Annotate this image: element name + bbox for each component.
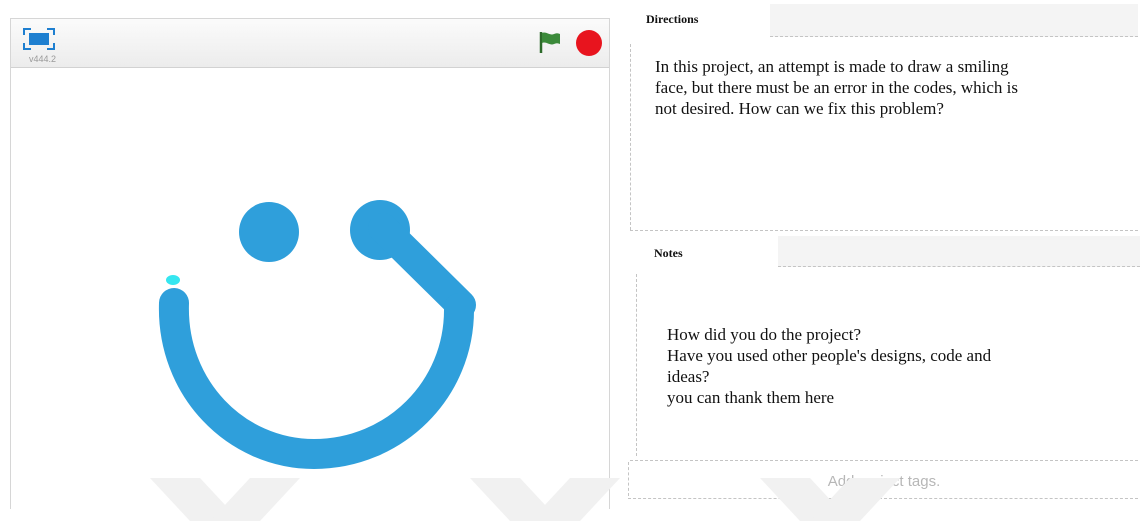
tags-bottom-divider: [628, 498, 1138, 499]
version-label: v444.2: [29, 54, 57, 64]
directions-text[interactable]: In this project, an attempt is made to d…: [655, 56, 1125, 119]
left-eye-dot: [239, 202, 299, 262]
directions-bottom-divider: [630, 230, 1138, 231]
notes-text[interactable]: How did you do the project? Have you use…: [667, 324, 1127, 408]
project-tags-input[interactable]: [630, 466, 1138, 496]
stage-panel: v444.2: [10, 18, 610, 509]
stage-toolbar: v444.2: [11, 19, 609, 68]
stage-canvas[interactable]: [11, 68, 609, 509]
pen-sprite[interactable]: [166, 275, 180, 285]
mouth-arc: [158, 288, 475, 470]
project-page: v444.2 Directions In this project, an at…: [0, 0, 1145, 521]
stray-pen-line: [368, 213, 476, 320]
directions-title: Directions: [646, 12, 699, 26]
notes-tab-strip: [778, 236, 1140, 267]
stop-icon[interactable]: [576, 30, 602, 56]
notes-bottom-divider: [630, 460, 1138, 461]
notes-title: Notes: [654, 246, 683, 260]
directions-tab-strip: [770, 4, 1138, 37]
fullscreen-icon[interactable]: [23, 28, 55, 50]
green-flag-icon[interactable]: [537, 29, 563, 55]
